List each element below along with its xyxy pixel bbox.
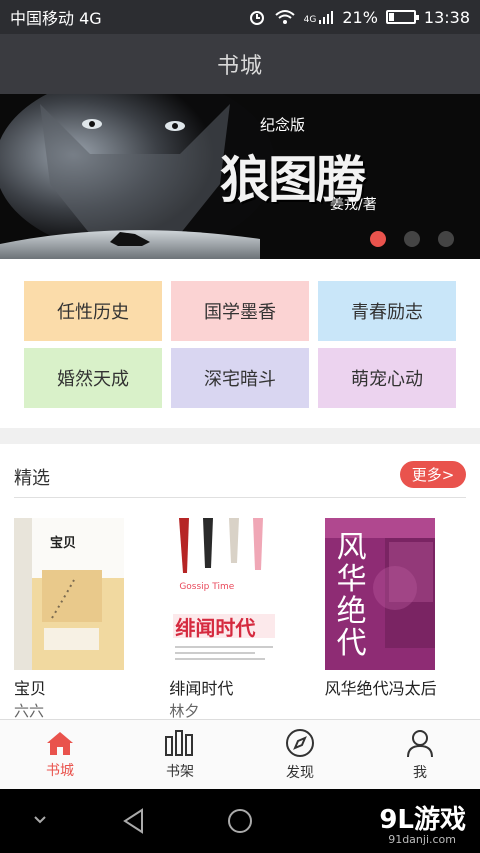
clock: 13:38 xyxy=(423,7,470,27)
bottom-tab-bar: 书城 书架 发现 我 xyxy=(0,719,480,789)
back-icon[interactable] xyxy=(120,807,148,835)
category-tile[interactable]: 国学墨香 xyxy=(171,281,309,341)
book-cover-title: 绯闻时代 xyxy=(175,616,256,640)
book-card[interactable]: 宝贝 宝贝 六六 xyxy=(14,518,169,722)
home-icon xyxy=(47,731,73,755)
alarm-icon xyxy=(249,11,264,25)
tab-label: 发现 xyxy=(286,764,314,781)
app-header: 书城 xyxy=(0,34,480,94)
banner-author: 姜戎/著 xyxy=(330,197,377,213)
book-title[interactable]: 宝贝 xyxy=(14,678,134,700)
promo-banner[interactable]: 纪念版 狼图腾 姜戎/著 xyxy=(0,94,480,259)
system-nav-bar: 9L游戏 91danji.com xyxy=(0,789,480,853)
featured-book-list: 宝贝 宝贝 六六 Gossip Time 绯闻时代 绯闻时代 林夕 风华绝代 风… xyxy=(14,518,480,722)
battery-text: 21% xyxy=(342,7,378,27)
tab-me[interactable]: 我 xyxy=(360,720,480,789)
category-tile[interactable]: 深宅暗斗 xyxy=(171,348,309,408)
page-title: 书城 xyxy=(216,54,263,79)
book-card[interactable]: 风华绝代 风华绝代冯太后 xyxy=(324,518,480,722)
featured-section-title: 精选 xyxy=(14,468,50,489)
book-cover[interactable]: 宝贝 xyxy=(14,518,124,670)
watermark-site: 91danji.com xyxy=(388,833,456,846)
category-grid: 任性历史 国学墨香 青春励志婚然天成 深宅暗斗 萌宠心动 xyxy=(24,281,456,408)
wifi-icon xyxy=(274,10,295,24)
book-cover-title: 宝贝 xyxy=(50,536,77,551)
tab-label: 我 xyxy=(413,764,427,781)
category-tile[interactable]: 任性历史 xyxy=(24,281,162,341)
user-icon xyxy=(407,729,433,757)
more-button[interactable]: 更多> xyxy=(400,461,466,488)
category-tile[interactable]: 青春励志 xyxy=(318,281,456,341)
battery-icon xyxy=(385,10,419,24)
status-bar: 中国移动 4G 4G 21% 13:38 xyxy=(0,0,480,34)
book-card[interactable]: Gossip Time 绯闻时代 绯闻时代 林夕 xyxy=(169,518,324,722)
category-tile[interactable]: 萌宠心动 xyxy=(318,348,456,408)
carousel-dot[interactable] xyxy=(438,231,454,247)
banner-tagline: 纪念版 xyxy=(260,116,306,134)
tab-bookstore[interactable]: 书城 xyxy=(0,720,120,789)
section-divider xyxy=(0,428,480,444)
book-cover[interactable]: 风华绝代 xyxy=(324,518,435,670)
home-button-icon[interactable] xyxy=(226,807,254,835)
carousel-dot[interactable] xyxy=(404,231,420,247)
book-title[interactable]: 绯闻时代 xyxy=(169,678,289,700)
book-cover-title: 风华绝代 xyxy=(336,530,367,661)
tab-discover[interactable]: 发现 xyxy=(240,720,360,789)
compass-icon xyxy=(286,728,314,757)
bookshelf-icon xyxy=(165,729,193,756)
cover-subtitle-en: Gossip Time xyxy=(179,582,235,592)
tab-bookshelf[interactable]: 书架 xyxy=(120,720,240,789)
book-cover[interactable]: Gossip Time 绯闻时代 xyxy=(169,518,280,670)
network-badge: 4G xyxy=(303,15,317,25)
carousel-dot[interactable] xyxy=(370,231,386,247)
book-title[interactable]: 风华绝代冯太后 xyxy=(325,678,445,700)
carrier-label: 中国移动 4G xyxy=(10,9,102,28)
chevron-down-icon[interactable] xyxy=(32,813,48,827)
category-tile[interactable]: 婚然天成 xyxy=(24,348,162,408)
watermark-logo: 9L游戏 xyxy=(379,805,466,835)
signal-icon: 4G xyxy=(304,9,335,25)
section-underline xyxy=(14,497,466,498)
tab-label: 书城 xyxy=(46,762,74,779)
tab-label: 书架 xyxy=(166,763,194,780)
carousel-indicator[interactable] xyxy=(370,231,454,247)
